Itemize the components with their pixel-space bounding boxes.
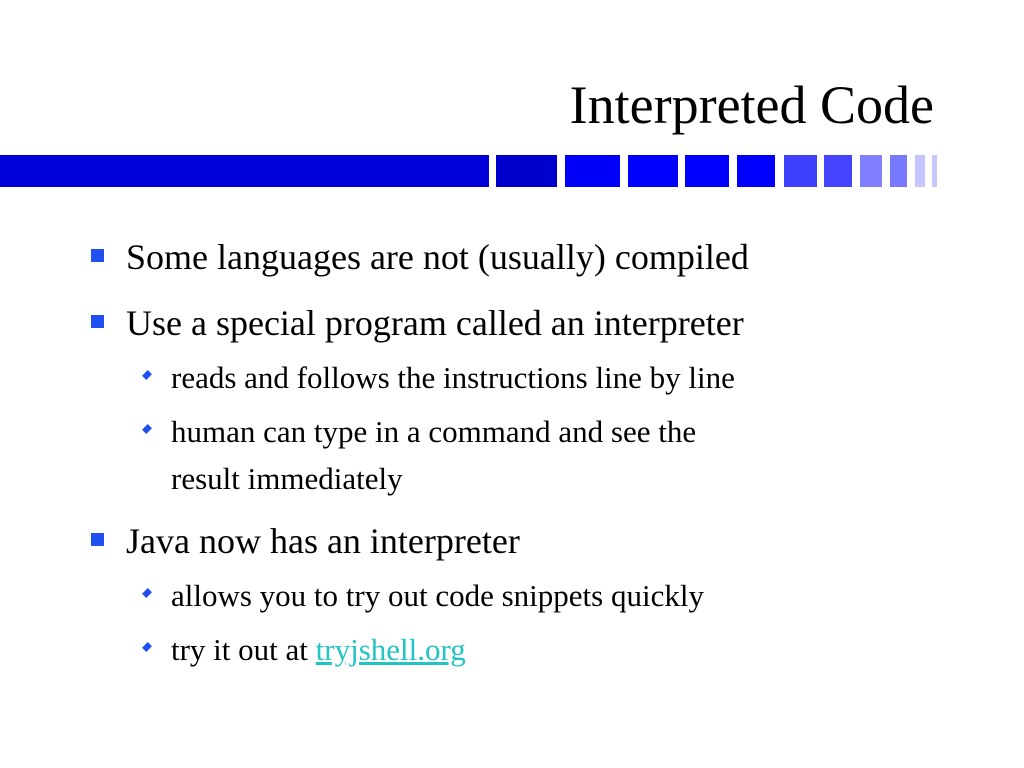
diamond-bullet-icon: [142, 588, 152, 598]
title-bar-long-segment: [0, 155, 489, 187]
sub-bullet-item: try it out at tryjshell.org: [171, 632, 466, 668]
bullet-item: Some languages are not (usually) compile…: [126, 237, 749, 277]
tryjshell-link[interactable]: tryjshell.org: [316, 632, 466, 667]
square-bullet-icon: [91, 249, 104, 262]
sub-bullet-item: human can type in a command and see the: [171, 414, 697, 449]
sub-bullet-item: allows you to try out code snippets quic…: [171, 578, 704, 613]
title-bar-block: [932, 155, 937, 187]
square-bullet-icon: [91, 533, 104, 546]
diamond-bullet-icon: [142, 424, 152, 434]
title-bar-block: [628, 155, 678, 187]
sub-bullet-text: try it out at: [171, 632, 316, 667]
diamond-bullet-icon: [142, 370, 152, 380]
sub-bullet-item: reads and follows the instructions line …: [171, 360, 735, 395]
title-bar-block: [737, 155, 775, 187]
sub-bullet-continuation: result immediately: [171, 461, 403, 496]
title-bar-block: [565, 155, 620, 187]
title-bar-block: [784, 155, 817, 187]
bullet-item: Use a special program called an interpre…: [126, 303, 744, 343]
title-bar-block: [496, 155, 557, 187]
title-bar-block: [890, 155, 907, 187]
square-bullet-icon: [91, 315, 104, 328]
title-bar-block: [915, 155, 925, 187]
diamond-bullet-icon: [142, 642, 152, 652]
bullet-item: Java now has an interpreter: [126, 521, 520, 561]
title-bar-block: [860, 155, 882, 187]
title-bar-block: [824, 155, 852, 187]
title-bar-block: [685, 155, 729, 187]
slide-title: Interpreted Code: [569, 75, 934, 135]
